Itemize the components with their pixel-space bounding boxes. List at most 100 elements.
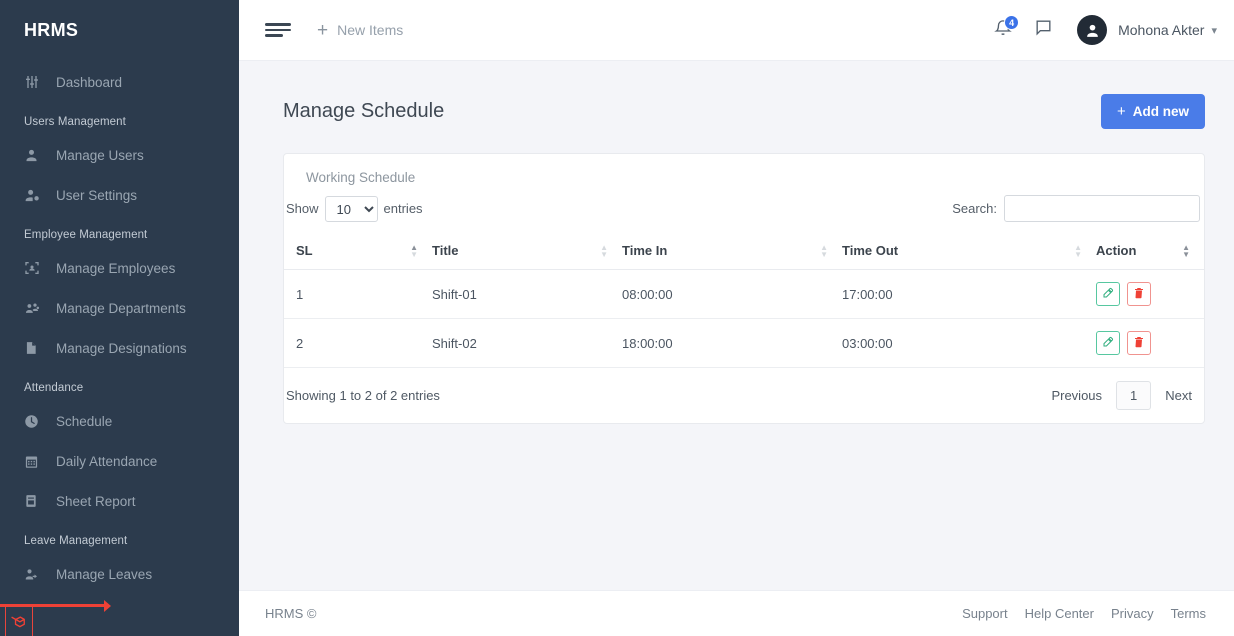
footer-copyright: HRMS © xyxy=(265,606,317,621)
previous-page-button[interactable]: Previous xyxy=(1041,388,1112,403)
sort-icon-time-out[interactable]: ▲ ▼ xyxy=(1074,243,1082,258)
sidebar-item-manage-employees[interactable]: Manage Employees xyxy=(0,248,239,288)
sidebar-item-schedule[interactable]: Schedule xyxy=(0,401,239,441)
avatar[interactable] xyxy=(1077,15,1108,45)
cell-action xyxy=(1096,318,1204,368)
page-header: Manage Schedule + Add new xyxy=(283,94,1205,129)
edit-button[interactable] xyxy=(1096,331,1120,355)
column-label: Time Out xyxy=(842,243,899,258)
search-control: Search: xyxy=(952,195,1202,222)
column-header-sl[interactable]: SL ▲ ▼ xyxy=(284,232,432,270)
show-label: Show xyxy=(286,201,319,216)
table-row: 2 Shift-02 18:00:00 03:00:00 xyxy=(284,318,1204,368)
group-icon xyxy=(24,299,46,317)
calendar-icon xyxy=(24,452,46,470)
page-title: Manage Schedule xyxy=(283,100,445,122)
cell-sl: 1 xyxy=(284,269,432,319)
table-row: 1 Shift-01 08:00:00 17:00:00 xyxy=(284,269,1204,319)
notifications-button[interactable]: 4 xyxy=(983,10,1023,50)
search-input[interactable] xyxy=(1004,195,1200,222)
search-label: Search: xyxy=(952,201,997,216)
plus-icon: + xyxy=(317,19,329,41)
sidebar-section-leave-management: Leave Management xyxy=(24,535,128,547)
user-icon xyxy=(24,146,46,164)
brand-logo[interactable]: HRMS xyxy=(0,0,239,62)
entries-per-page-select[interactable]: 10 25 50 100 xyxy=(324,195,378,222)
sidebar-item-label: Manage Designations xyxy=(56,340,187,356)
column-header-time-out[interactable]: Time Out ▲ ▼ xyxy=(842,232,1096,270)
cell-sl: 2 xyxy=(284,318,432,368)
sidebar-item-label: Manage Employees xyxy=(56,260,176,276)
table-header: SL ▲ ▼ Title ▲ ▼ Time In ▲ ▼ Time Out ▲ … xyxy=(284,232,1204,270)
footer-link-terms[interactable]: Terms xyxy=(1171,606,1206,621)
messages-button[interactable] xyxy=(1023,10,1063,50)
column-label: Title xyxy=(432,243,459,258)
footer-links: Support Help Center Privacy Terms xyxy=(962,606,1206,621)
cell-title: Shift-01 xyxy=(432,269,622,319)
pagination-info: Showing 1 to 2 of 2 entries xyxy=(286,388,440,403)
cell-time-out: 17:00:00 xyxy=(842,269,1096,319)
sidebar-item-daily-attendance[interactable]: Daily Attendance xyxy=(0,441,239,481)
sidebar-nav: Dashboard Users Management Manage Users xyxy=(0,62,239,594)
sort-icon-action[interactable]: ▲ ▼ xyxy=(1182,243,1190,258)
user-name-label[interactable]: Mohona Akter xyxy=(1118,22,1204,38)
sort-icon-title[interactable]: ▲ ▼ xyxy=(600,243,608,258)
column-label: SL xyxy=(296,243,313,258)
sidebar-item-sheet-report[interactable]: Sheet Report xyxy=(0,481,239,521)
document-icon xyxy=(24,339,46,357)
column-label: Action xyxy=(1096,243,1137,258)
sidebar-item-manage-users[interactable]: Manage Users xyxy=(0,135,239,175)
new-items-button[interactable]: + New Items xyxy=(317,21,403,40)
column-header-title[interactable]: Title ▲ ▼ xyxy=(432,232,622,270)
chat-icon xyxy=(1034,18,1053,42)
trash-icon xyxy=(1133,336,1145,351)
sidebar-item-label: User Settings xyxy=(56,187,138,203)
working-schedule-card: Working Schedule Show 10 25 50 100 entri… xyxy=(283,153,1205,424)
sidebar-item-user-settings[interactable]: User Settings xyxy=(0,175,239,215)
main-area: + New Items 4 Mohona Akter ▾ Manage Sche… xyxy=(239,0,1234,636)
sidebar-item-label: Dashboard xyxy=(56,74,123,90)
page-number-button[interactable]: 1 xyxy=(1116,381,1152,410)
table-footer: Showing 1 to 2 of 2 entries Previous 1 N… xyxy=(284,368,1204,423)
sidebar-item-manage-leaves[interactable]: Manage Leaves xyxy=(0,554,239,594)
sort-icon-time-in[interactable]: ▲ ▼ xyxy=(820,243,828,258)
sidebar-section-users-management: Users Management xyxy=(24,116,126,128)
edit-button[interactable] xyxy=(1096,282,1120,306)
card-title: Working Schedule xyxy=(306,170,416,185)
trash-icon xyxy=(1133,287,1145,302)
sort-icon-sl[interactable]: ▲ ▼ xyxy=(410,243,418,258)
footer-link-help-center[interactable]: Help Center xyxy=(1025,606,1094,621)
sidebar-item-dashboard[interactable]: Dashboard xyxy=(0,62,239,102)
delete-button[interactable] xyxy=(1127,282,1151,306)
sidebar-item-manage-designations[interactable]: Manage Designations xyxy=(0,328,239,368)
cell-action xyxy=(1096,269,1204,319)
app-root: HRMS Dashboard Users Management Manage U… xyxy=(0,0,1234,636)
plus-icon: + xyxy=(1116,103,1126,120)
add-new-button[interactable]: + Add new xyxy=(1100,94,1205,129)
top-navigation-bar: + New Items 4 Mohona Akter ▾ xyxy=(239,0,1234,61)
sidebar-item-label: Manage Users xyxy=(56,147,144,163)
hamburger-icon[interactable] xyxy=(265,20,291,41)
column-header-time-in[interactable]: Time In ▲ ▼ xyxy=(622,232,842,270)
sliders-icon xyxy=(24,73,46,91)
column-header-action[interactable]: Action ▲ ▼ xyxy=(1096,232,1204,270)
sidebar-item-label: Schedule xyxy=(56,413,113,429)
sidebar-item-manage-departments[interactable]: Manage Departments xyxy=(0,288,239,328)
chevron-down-icon[interactable]: ▾ xyxy=(1211,24,1217,37)
laravel-indicator-arrow xyxy=(104,600,111,612)
next-page-button[interactable]: Next xyxy=(1155,388,1202,403)
delete-button[interactable] xyxy=(1127,331,1151,355)
footer-link-support[interactable]: Support xyxy=(962,606,1008,621)
leave-icon xyxy=(24,565,46,583)
row-actions xyxy=(1096,331,1204,355)
page-content: Manage Schedule + Add new Working Schedu… xyxy=(239,61,1234,590)
cell-title: Shift-02 xyxy=(432,318,622,368)
footer-link-privacy[interactable]: Privacy xyxy=(1111,606,1154,621)
laravel-logo-icon xyxy=(5,606,33,636)
schedule-table: SL ▲ ▼ Title ▲ ▼ Time In ▲ ▼ Time Out ▲ … xyxy=(284,232,1204,368)
pagination-controls: Previous 1 Next xyxy=(1041,381,1202,410)
page-footer: HRMS © Support Help Center Privacy Terms xyxy=(239,590,1234,636)
user-settings-icon xyxy=(24,186,46,204)
employees-icon xyxy=(24,259,46,277)
table-body: 1 Shift-01 08:00:00 17:00:00 2 Shift-02 … xyxy=(284,269,1204,368)
